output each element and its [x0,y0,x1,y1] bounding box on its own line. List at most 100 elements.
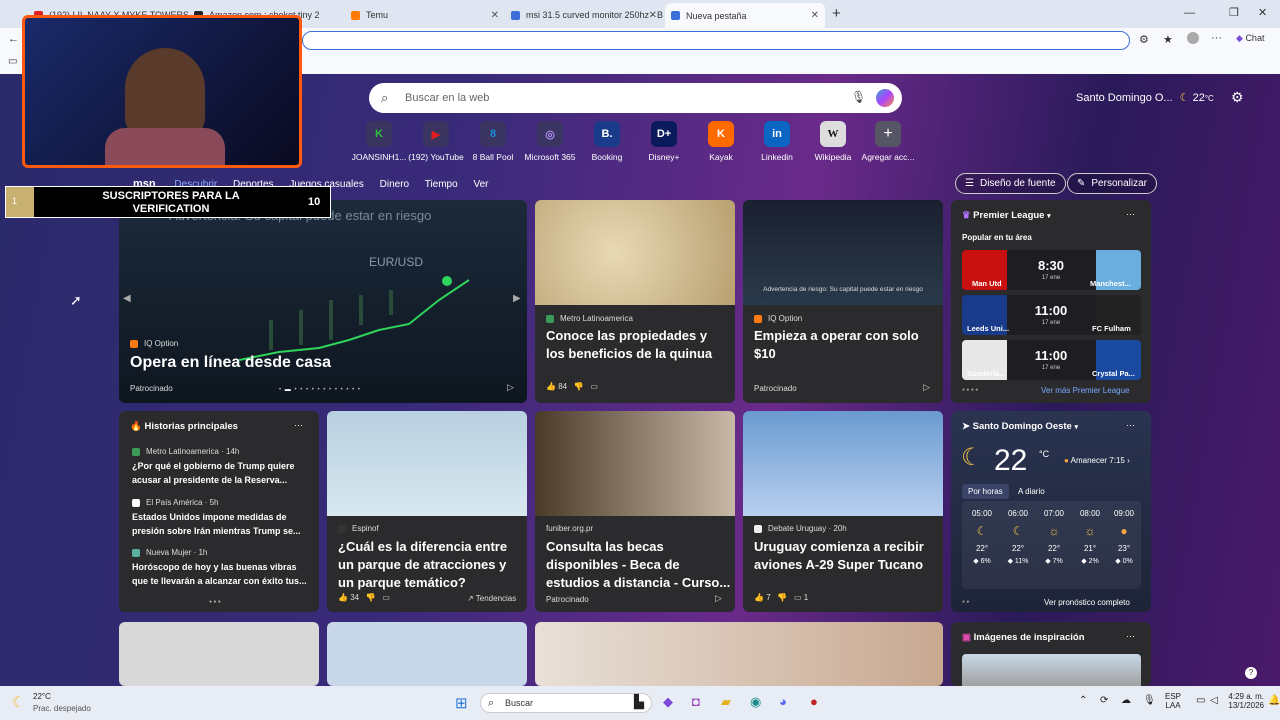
next-arrow-icon[interactable]: ▶ [513,293,521,304]
volume-icon[interactable]: ◁ [1210,695,1218,706]
news-card-partial[interactable] [535,622,943,686]
app-icon[interactable]: ● [810,694,818,709]
match-row[interactable]: Sunderla... 11:00 17 ene Crystal Pa... [962,340,1141,380]
close-icon[interactable]: ✕ [811,10,819,21]
news-card-quinoa[interactable]: Metro Latinoamerica Conoce las propiedad… [535,200,735,403]
league-header[interactable]: ♛ Premier League ▾ [962,210,1051,221]
ad-card-study[interactable]: funiber.org.pr Consulta las becas dispon… [535,411,735,612]
weather-summary[interactable]: Santo Domingo O... ☾ 22°C [1076,91,1214,104]
copilot-icon[interactable]: ◆ [663,694,673,710]
maximize-icon[interactable]: ❐ [1229,6,1239,19]
inspiration-image[interactable] [962,654,1141,686]
full-forecast-link[interactable]: Ver pronóstico completo [1044,598,1130,607]
clock[interactable]: 4:29 a. m. 13/1/2026 [1224,692,1264,710]
dislike-icon[interactable]: 👎 [777,593,787,602]
quick-link[interactable]: D+ Disney+ [632,121,696,162]
comment-icon[interactable]: ▭ [794,593,802,602]
like-icon[interactable]: 👍 [338,593,348,602]
profile-avatar[interactable] [1187,32,1199,44]
see-more-league-link[interactable]: Ver más Premier League [1041,386,1130,395]
url-input[interactable] [302,31,1130,50]
tray-icon[interactable]: ⟳ [1100,695,1108,706]
story-item[interactable]: El País América · 5h Estados Unidos impo… [132,498,312,538]
settings-gear-icon[interactable]: ⚙ [1231,89,1244,106]
dislike-icon[interactable]: 👎 [574,382,584,391]
hero-card[interactable]: Advertencia: Su capital puede estar en r… [119,200,527,403]
network-icon[interactable]: ▭ [1196,695,1205,706]
match-row[interactable]: Man Utd 8:30 17 ene Manchest... [962,250,1141,290]
quick-link[interactable]: K JOANSINH1... [347,121,411,162]
ad-card-trading[interactable]: Advertencia de riesgo: Su capital puede … [743,200,943,403]
card-title[interactable]: Consulta las becas disponibles - Beca de… [546,538,731,592]
window-close-icon[interactable]: ✕ [1258,6,1267,19]
like-icon[interactable]: 👍 [754,593,764,602]
more-options-icon[interactable]: ··· [1126,420,1135,430]
pager-dots[interactable]: ● ● ● [209,599,221,605]
discord-icon[interactable]: ◕ [779,694,787,709]
microphone-icon[interactable]: 🎙 [851,90,866,104]
comment-icon[interactable]: ▭ [590,382,598,391]
font-design-button[interactable]: ☰ Diseño de fuente [955,173,1066,194]
more-options-icon[interactable]: ··· [1126,209,1135,219]
nav-tab-money[interactable]: Dinero [380,179,409,190]
card-title[interactable]: Conoce las propiedades y los beneficios … [546,327,728,363]
tab-msi[interactable]: msi 31.5 curved monitor 250hz - B ✕ [505,4,663,26]
task-view-icon[interactable]: ▙ [634,694,644,710]
taskbar-search[interactable]: ⌕ Buscar [480,693,652,713]
play-icon[interactable]: ▷ [507,382,514,393]
quick-link[interactable]: ◎ Microsoft 365 [518,121,582,162]
add-shortcut-button[interactable]: + Agregar acc... [856,121,920,162]
quick-link[interactable]: ▶ (192) YouTube [404,121,468,162]
windows-start-icon[interactable]: ⊞ [455,694,468,712]
comment-icon[interactable]: ▭ [382,593,390,602]
app-icon[interactable]: ◘ [692,694,700,709]
story-item[interactable]: Metro Latinoamerica · 14h ¿Por qué el go… [132,447,312,487]
more-options-icon[interactable]: ··· [294,420,303,430]
file-explorer-icon[interactable]: ▰ [721,694,731,710]
story-item[interactable]: Nueva Mujer · 1h Horóscopo de hoy y las … [132,548,312,588]
tab-hourly[interactable]: Por horas [962,484,1009,499]
back-icon[interactable]: ← [8,33,19,45]
minimize-icon[interactable]: — [1184,7,1195,19]
play-icon[interactable]: ▷ [715,593,722,604]
tab-daily[interactable]: A diario [1018,487,1045,496]
quick-link[interactable]: 8 8 Ball Pool [461,121,525,162]
new-tab-icon[interactable]: + [832,5,841,22]
news-card-plane[interactable]: Debate Uruguay · 20h Uruguay comienza a … [743,411,943,612]
search-input[interactable]: ⌕ Buscar en la web 🎙 [369,83,902,113]
taskbar-weather-temp[interactable]: 22°C [33,692,51,701]
dislike-icon[interactable]: 👎 [366,593,376,602]
weather-icon[interactable]: ☾ [12,693,25,711]
close-icon[interactable]: ✕ [649,10,657,21]
favorites-icon[interactable]: ★ [1163,33,1173,46]
pager-dots[interactable]: ● ● [962,599,969,605]
chat-button[interactable]: ◆ Chat [1236,33,1264,44]
weather-location-header[interactable]: ➤ Santo Domingo Oeste ▾ [962,421,1078,432]
news-card-partial[interactable] [327,622,527,686]
quick-link[interactable]: K Kayak [689,121,753,162]
quick-link[interactable]: B. Booking [575,121,639,162]
card-title[interactable]: Uruguay comienza a recibir aviones A-29 … [754,538,939,574]
more-icon[interactable]: ··· [1211,32,1222,44]
copilot-icon[interactable] [876,89,894,107]
tab-new[interactable]: Nueva pestaña ✕ [665,3,825,28]
match-row[interactable]: Leeds Uni... 11:00 17 ene FC Fulham [962,295,1141,335]
cloud-icon[interactable]: ☁ [1121,695,1131,706]
pager-dots[interactable]: ● ● ● ● [962,387,978,393]
edge-icon[interactable]: ◉ [750,694,761,710]
nav-tab-weather[interactable]: Tiempo [425,179,458,190]
close-icon[interactable]: ✕ [491,10,499,21]
play-icon[interactable]: ▷ [923,382,930,393]
microphone-icon[interactable]: 🎙 [1143,695,1156,706]
card-title[interactable]: Empieza a operar con solo $10 [754,327,936,363]
quick-link[interactable]: in Linkedin [745,121,809,162]
language-indicator[interactable]: ESP LAA [1165,692,1181,710]
sunrise-info[interactable]: ● Amanecer 7:15 › [1064,456,1130,465]
more-options-icon[interactable]: ··· [1126,631,1135,641]
previous-arrow-icon[interactable]: ◀ [123,293,131,304]
folder-icon[interactable]: ▭ [8,56,17,67]
like-icon[interactable]: 👍 [546,382,556,391]
carousel-dots[interactable]: • ▬ • • • • • • • • • • • • [279,387,361,393]
news-card-partial[interactable] [119,622,319,686]
card-title[interactable]: ¿Cuál es la diferencia entre un parque d… [338,538,523,592]
